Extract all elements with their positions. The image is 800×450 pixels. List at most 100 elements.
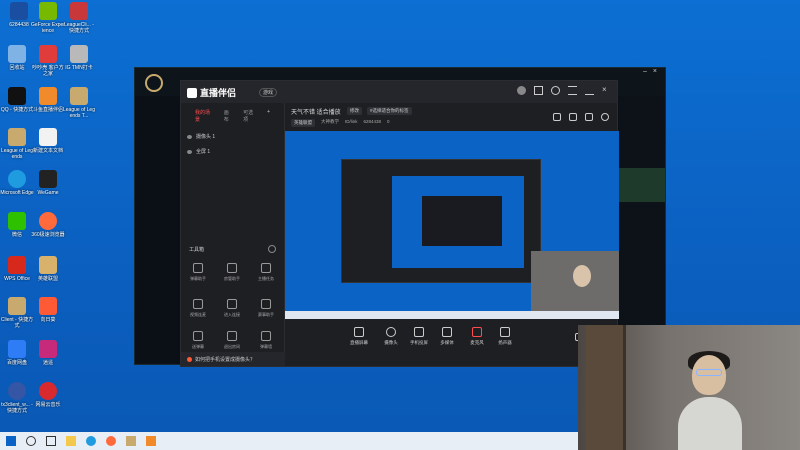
tool-video-link[interactable]: 视频连麦 [183, 299, 213, 318]
app-logo-icon [187, 87, 197, 98]
tool-join[interactable]: 进入连接 [217, 299, 247, 318]
match-icon [261, 299, 271, 309]
league-taskbar-icon[interactable] [126, 436, 136, 446]
desktop-icon-baidu-pan[interactable]: 百度网盘 [0, 340, 34, 366]
tool-exit-room[interactable]: 退出房间 [217, 331, 247, 350]
app-brand-name: 直播伴侣 [200, 88, 237, 98]
wall-icon [261, 331, 271, 341]
desktop-icon-douyu[interactable]: 斗鱼直播伴侣 [31, 87, 65, 113]
share-icon[interactable] [601, 113, 609, 121]
eye-icon[interactable] [187, 149, 192, 154]
edit-title-chip[interactable]: 修改 [347, 107, 362, 115]
scene-tabs: 我的场景 画布 可选项 + [181, 103, 284, 129]
nested-preview [392, 176, 524, 268]
phone-icon [414, 327, 424, 337]
exit-icon [227, 331, 237, 341]
windows-taskbar [0, 432, 578, 450]
tool-danmaku-wall[interactable]: 弹幕墙 [251, 331, 281, 350]
close-icon[interactable]: × [602, 86, 611, 95]
desktop-icon-lol-cn[interactable]: 英雄联盟 [31, 256, 65, 282]
tip-bar[interactable]: 如何把手机设置成摄像头？ [181, 352, 285, 366]
gift-icon[interactable] [553, 113, 561, 121]
desktop-icon-new-text[interactable]: 新建文本文档 [31, 128, 65, 154]
room-title[interactable]: 天气不错 适合播放 [291, 107, 341, 116]
edit-icon[interactable] [585, 113, 593, 121]
desktop-icon-360[interactable]: 360极速浏览器 [31, 212, 65, 238]
preview-webcam [531, 251, 619, 319]
desktop-icon-tx3[interactable]: tx3client_w... - 快捷方式 [0, 382, 34, 414]
screen-icon [354, 327, 364, 337]
desktop-icon-wechat[interactable]: 微信 [0, 212, 34, 238]
menu-icon[interactable] [568, 86, 577, 95]
close-icon[interactable]: × [653, 68, 657, 80]
microphone-button[interactable]: 麦克风 [463, 327, 491, 346]
tab-options[interactable]: 可选项 [243, 109, 257, 123]
room-info-header: 天气不错 适合播放 修改 #选择适合你的标签 英雄联盟 大神教学 ID/link… [285, 103, 617, 131]
tool-tasks[interactable]: 主播任务 [251, 263, 281, 282]
league-logo-icon [145, 74, 163, 92]
desktop-icon-recycle-bin[interactable]: 回收站 [0, 45, 34, 71]
desktop-icon-xiaoyao[interactable]: 逍遥 [31, 340, 65, 366]
desktop-icon-edge[interactable]: Microsoft Edge [0, 170, 34, 196]
add-scene-icon[interactable]: + [267, 109, 270, 123]
minimize-icon[interactable]: – [643, 68, 647, 80]
task-view-icon[interactable] [46, 436, 56, 446]
eye-icon[interactable] [187, 134, 192, 139]
desktop-icon-wps[interactable]: WPS Office [0, 256, 34, 282]
tab-my-scenes[interactable]: 我的场景 [195, 109, 214, 123]
info-icon [187, 356, 192, 362]
desktop-icon-wegame[interactable]: WeGame [31, 170, 65, 196]
avatar-icon[interactable] [517, 86, 526, 95]
task-icon [261, 263, 271, 273]
file-explorer-icon[interactable] [66, 436, 76, 446]
desktop-icon-lol[interactable]: League of Legends [0, 128, 34, 160]
league-friends-panel [619, 96, 665, 364]
tag-chip[interactable]: #选择适合你的标签 [367, 107, 412, 115]
360-taskbar-icon[interactable] [106, 436, 116, 446]
tool-room-manager[interactable]: 房管助手 [217, 263, 247, 282]
message-icon[interactable] [534, 86, 543, 95]
desktop-icon-leaguecli[interactable]: LeagueCli... - 快捷方式 [62, 2, 96, 34]
speaker-icon [500, 327, 510, 337]
desktop-icon-client[interactable]: Client - 快捷方式 [0, 297, 34, 329]
toolbox-title: 工具箱 [189, 247, 205, 253]
desktop-icon-chaochao[interactable]: 吵吵壳 客户方之家 [31, 45, 65, 77]
source-item-camera[interactable]: 摄像头 1 [181, 129, 284, 144]
source-item-fullscreen[interactable]: 全屏 1 [181, 144, 284, 159]
toolbox-more-icon[interactable] [268, 245, 276, 253]
desktop-icon-qq[interactable]: QQ - 快捷方式 [0, 87, 34, 113]
douyu-taskbar-icon[interactable] [146, 436, 156, 446]
edge-taskbar-icon[interactable] [86, 436, 96, 446]
minimize-icon[interactable] [585, 86, 594, 95]
stream-preview[interactable] [285, 131, 619, 319]
windows-start-icon[interactable] [6, 436, 16, 446]
tool-match[interactable]: 赛事助手 [251, 299, 281, 318]
lock-icon[interactable] [569, 113, 577, 121]
add-camera-button[interactable]: 摄像头 [377, 327, 405, 346]
nested-app-capture [341, 159, 541, 283]
speaker-button[interactable]: 扬声器 [491, 327, 519, 346]
desktop-icon-netease-music[interactable]: 网易云音乐 [31, 382, 65, 408]
webcam-background-door [586, 325, 626, 450]
danmaku-icon [193, 263, 203, 273]
tool-send-danmaku[interactable]: 送弹幕 [183, 331, 213, 350]
subcategory-label[interactable]: 大神教学 [321, 119, 339, 127]
phone-cast-button[interactable]: 手机投屏 [405, 327, 433, 346]
desktop-icon-ig[interactable]: IG TMN打卡 [62, 45, 96, 71]
tool-danmaku[interactable]: 弹幕助手 [183, 263, 213, 282]
category-chip[interactable]: 英雄联盟 [291, 119, 315, 127]
tab-canvas[interactable]: 画布 [224, 109, 233, 123]
desktop-icon-geforce[interactable]: GeForce Experience [31, 2, 65, 34]
add-screen-button[interactable]: 直播屏幕 [345, 327, 373, 346]
preview-taskbar [285, 311, 619, 319]
download-icon [227, 299, 237, 309]
app-mode-badge[interactable]: 游戏 [259, 88, 278, 97]
settings-icon[interactable] [551, 86, 560, 95]
webcam-person [678, 351, 742, 450]
desktop-icon-sunflower[interactable]: 向日葵 [31, 297, 65, 323]
desktop-icon-lol-t[interactable]: League of Legends T... [62, 87, 96, 119]
league-window-controls: – × [643, 68, 665, 80]
search-icon[interactable] [26, 436, 36, 446]
media-button[interactable]: 多媒体 [433, 327, 461, 346]
room-id-label: ID/link [345, 119, 358, 124]
